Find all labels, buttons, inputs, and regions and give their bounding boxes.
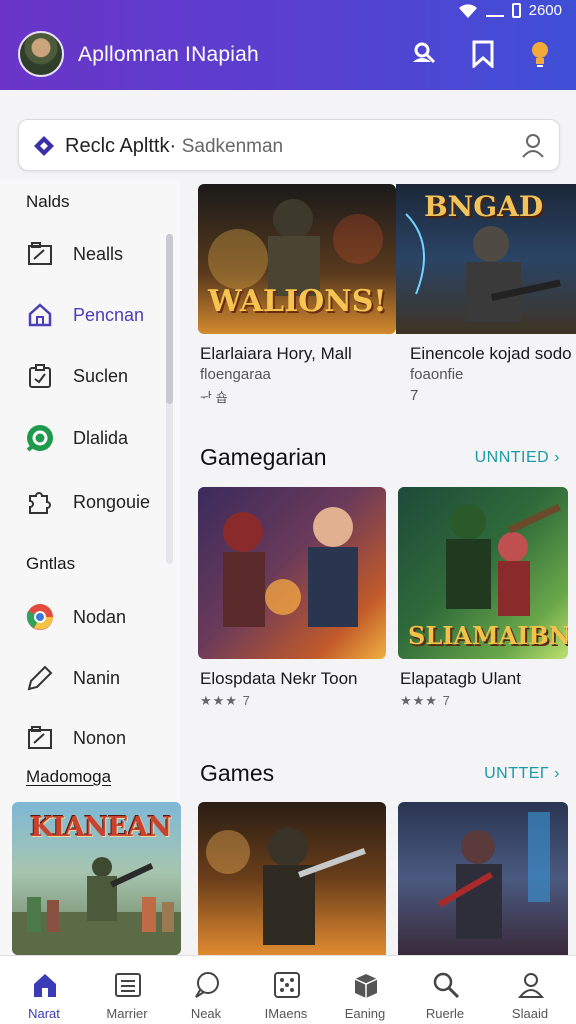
sidebar-item-dlalida[interactable]: Dlalida	[24, 418, 174, 458]
tab-label: Ruerle	[425, 1006, 465, 1021]
section-title: Games	[200, 760, 275, 786]
tab-label: Slaaid	[511, 1006, 549, 1021]
sidebar-section-title: Madomoga	[26, 767, 112, 786]
sidebar-item-rongouie[interactable]: Rongouie	[24, 482, 174, 522]
featured-meta: ᆉ 숍	[200, 390, 228, 405]
tab-marrier[interactable]: Marrier	[87, 956, 167, 1024]
sidebar-item-label: Nodan	[73, 606, 127, 627]
featured-title[interactable]: Elarlaiara Hory, Mall	[200, 344, 352, 364]
search-bar[interactable]: Reclc Aplttk· Sadkenman	[18, 119, 560, 171]
featured-card-image[interactable]: BNGAD	[396, 184, 576, 334]
clipboard-icon	[24, 360, 56, 392]
promo-game-card[interactable]: KIANEAN	[12, 802, 181, 955]
folder-icon	[24, 238, 56, 270]
sidebar-item-nealls[interactable]: Nealls	[24, 234, 174, 274]
game-artwork	[206, 827, 366, 945]
list-icon	[113, 970, 143, 1000]
game-card-image[interactable]	[398, 802, 568, 955]
tab-imaens[interactable]: IMaens	[246, 956, 326, 1024]
folder-icon	[24, 722, 56, 754]
game-rating: ★★★ 7	[200, 693, 251, 708]
home-icon	[30, 970, 60, 1000]
featured-banner-text: BNGAD	[424, 190, 544, 223]
search-query: Reclc Aplttk	[65, 135, 170, 157]
sidebar-item-label: Rongouie	[73, 491, 151, 512]
tab-neak[interactable]: Neak	[166, 956, 246, 1024]
sidebar-item-suclen[interactable]: Suclen	[24, 356, 174, 396]
chat-bubble-icon	[192, 970, 222, 1000]
user-icon[interactable]	[521, 133, 545, 164]
featured-meta: 7	[410, 387, 419, 404]
tab-label: Eaning	[344, 1006, 386, 1021]
search-separator: ·	[169, 135, 177, 157]
home-icon	[24, 299, 56, 331]
game-card-image[interactable]: SLIAMAIBN	[398, 487, 568, 659]
app-logo-icon	[33, 135, 55, 162]
search-input[interactable]: Reclc Aplttk· Sadkenman	[65, 135, 283, 158]
promo-title: KIANEAN	[30, 812, 172, 843]
app-header: 2600 Apllomnan INapiah	[0, 0, 576, 90]
signal-icon	[485, 5, 504, 17]
featured-title[interactable]: Einencole kojad sodo	[410, 344, 572, 364]
avatar[interactable]	[18, 31, 64, 77]
user-search-icon[interactable]	[410, 40, 438, 68]
section-title: Gamegarian	[200, 444, 327, 470]
sidebar-item-label: Suclen	[73, 365, 129, 386]
sidebar-item-nonon[interactable]: Nonon	[24, 718, 174, 758]
tab-slaaid[interactable]: Slaaid	[490, 956, 570, 1024]
app-title: Apllomnan INapiah	[78, 43, 259, 66]
bookmark-icon[interactable]	[469, 40, 497, 68]
dice-icon	[272, 970, 302, 1000]
tab-label: Narat	[28, 1006, 60, 1021]
chrome-icon	[24, 601, 56, 633]
game-title[interactable]: Elospdata Nekr Toon	[200, 669, 358, 689]
sidebar-section-title: Nalds	[26, 192, 70, 211]
chat-icon	[24, 422, 56, 454]
sidebar-item-nanin[interactable]: Nanin	[24, 658, 174, 698]
status-time: 2600	[528, 2, 562, 19]
status-bar: 2600	[458, 2, 562, 19]
bottom-nav: Narat Marrier Neak IMaens Eaning Ruerle …	[0, 955, 576, 1024]
game-artwork	[438, 812, 550, 939]
tab-label: Neak	[190, 1006, 222, 1021]
promo-artwork	[12, 857, 181, 955]
puzzle-icon	[24, 486, 56, 518]
search-icon	[431, 970, 461, 1000]
sidebar-item-nodan[interactable]: Nodan	[24, 597, 174, 637]
game-card-image[interactable]	[198, 487, 386, 659]
lightbulb-icon[interactable]	[526, 40, 554, 68]
sidebar-section-title: Gntlas	[26, 554, 76, 573]
tab-label: IMaens	[264, 1006, 308, 1021]
featured-banner-text: WALIONS!	[208, 284, 387, 319]
tab-narat[interactable]: Narat	[4, 956, 84, 1024]
game-card-image[interactable]	[198, 802, 386, 955]
sidebar-item-label: Nanin	[73, 667, 121, 688]
box-icon	[351, 970, 381, 1000]
sidebar-item-pencnan[interactable]: Pencnan	[24, 295, 174, 335]
tab-label: Marrier	[106, 1006, 148, 1021]
search-placeholder: Sadkenman	[181, 136, 284, 157]
game-artwork	[223, 507, 358, 627]
sidebar-item-label: Dlalida	[73, 427, 129, 448]
battery-icon	[511, 3, 521, 18]
sidebar-item-label: Pencnan	[73, 304, 145, 325]
tab-eaning[interactable]: Eaning	[325, 956, 405, 1024]
sidebar-item-label: Nonon	[73, 727, 127, 748]
profile-icon	[516, 970, 546, 1000]
tab-ruerle[interactable]: Ruerle	[405, 956, 485, 1024]
featured-subtitle: foaonfie	[410, 366, 464, 383]
featured-card-image[interactable]: WALIONS!	[198, 184, 396, 334]
featured-subtitle: floengaraa	[200, 366, 271, 383]
wifi-icon	[458, 3, 477, 18]
section-see-all-link[interactable]: UNTTEΓ ›	[484, 765, 560, 783]
game-banner-text: SLIAMAIBN	[408, 621, 568, 650]
sidebar-item-label: Nealls	[73, 243, 124, 264]
game-title[interactable]: Elapatagb Ulant	[400, 669, 521, 689]
pencil-icon	[24, 662, 56, 694]
section-see-all-link[interactable]: UNNTIED ›	[475, 449, 560, 467]
game-rating: ★★★ 7	[400, 693, 451, 708]
